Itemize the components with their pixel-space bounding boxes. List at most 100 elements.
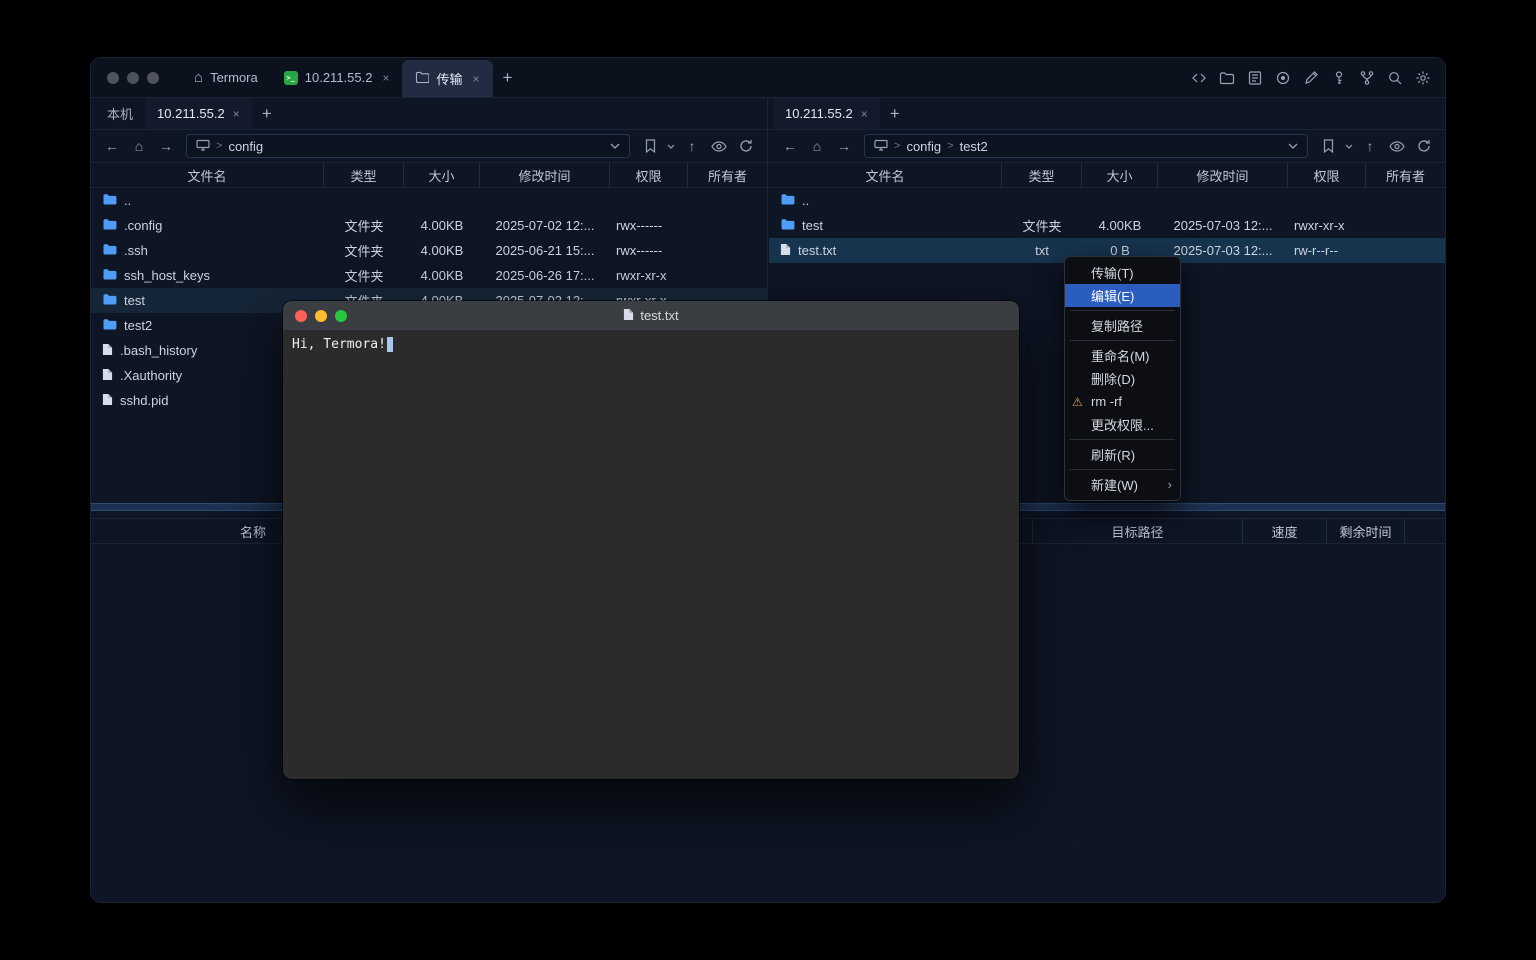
menu-item-0[interactable]: 传输(T) [1065,261,1180,284]
new-tab-button[interactable]: + [493,68,523,88]
file-mtime-cell: 2025-06-21 15:... [480,238,610,263]
search-icon[interactable] [1386,68,1404,88]
editor-titlebar[interactable]: test.txt [283,301,1019,331]
menu-separator [1070,340,1175,341]
column-header-type[interactable]: 类型 [324,163,404,187]
back-icon[interactable]: ← [778,134,802,158]
tab-ssh-session[interactable]: >_ 10.211.55.2 × [271,58,403,98]
key-icon[interactable] [1330,68,1348,88]
file-row-.ssh[interactable]: .ssh文件夹4.00KB2025-06-21 15:...rwx------ [91,238,767,263]
file-mtime-cell [480,188,610,213]
column-header-mtime[interactable]: 修改时间 [1158,163,1288,187]
bookmark-icon[interactable] [1316,134,1340,158]
right-path-bar[interactable]: > config > test2 [864,134,1308,158]
log-icon[interactable] [1246,68,1264,88]
file-row-..[interactable]: .. [769,188,1445,213]
file-owner-cell [688,263,767,288]
code-icon[interactable] [1190,68,1208,88]
home-icon[interactable]: ⌂ [805,134,829,158]
edit-icon[interactable] [1302,68,1320,88]
tab-transfer[interactable]: 传输 × [402,60,492,97]
left-tab-remote[interactable]: 10.211.55.2 × [145,98,252,130]
chevron-down-icon[interactable] [1288,143,1298,149]
file-type-cell: 文件夹 [324,263,404,288]
left-path-bar[interactable]: > config [186,134,630,158]
refresh-icon[interactable] [734,134,758,158]
menu-item-1[interactable]: 编辑(E) [1065,284,1180,307]
minimize-window-button[interactable] [315,310,327,322]
column-header-type[interactable]: 类型 [1002,163,1082,187]
editor-content[interactable]: Hi, Termora! [283,331,1019,358]
column-header-name[interactable]: 文件名 [769,163,1002,187]
menu-item-6[interactable]: 删除(D) [1065,367,1180,390]
menu-item-8[interactable]: 更改权限... [1065,413,1180,436]
file-owner-cell [1366,188,1445,213]
file-row-..[interactable]: .. [91,188,767,213]
column-header-size[interactable]: 大小 [1082,163,1158,187]
close-tab-icon[interactable]: × [233,107,240,121]
column-header-dest-path[interactable]: 目标路径 [1032,519,1243,543]
close-tab-icon[interactable]: × [473,72,480,86]
show-hidden-eye-icon[interactable] [707,134,731,158]
file-size-cell: 4.00KB [1082,213,1158,238]
show-hidden-eye-icon[interactable] [1385,134,1409,158]
file-mtime-cell [1158,188,1288,213]
file-perm-cell: rwx------ [610,213,688,238]
settings-gear-icon[interactable] [1414,68,1432,88]
column-header-mtime[interactable]: 修改时间 [480,163,610,187]
left-table-header: 文件名 类型 大小 修改时间 权限 所有者 [91,162,767,188]
forward-icon[interactable]: → [154,134,178,158]
column-header-owner[interactable]: 所有者 [688,163,767,187]
bookmark-icon[interactable] [638,134,662,158]
column-header-size[interactable]: 大小 [404,163,480,187]
menu-item-label: 更改权限... [1091,415,1154,434]
path-segment[interactable]: config [906,139,941,154]
bookmark-dropdown-icon[interactable] [1343,134,1355,158]
menu-item-7[interactable]: ⚠rm -rf [1065,390,1180,413]
menu-item-label: 传输(T) [1091,263,1134,282]
bookmark-dropdown-icon[interactable] [665,134,677,158]
column-header-eta[interactable]: 剩余时间 [1327,519,1405,543]
menu-item-5[interactable]: 重命名(M) [1065,344,1180,367]
close-tab-icon[interactable]: × [861,107,868,121]
right-new-tab-button[interactable]: + [880,104,910,124]
column-header-owner[interactable]: 所有者 [1366,163,1445,187]
close-window-button[interactable] [295,310,307,322]
record-icon[interactable] [1274,68,1292,88]
close-window-button[interactable] [107,72,119,84]
column-header-speed[interactable]: 速度 [1243,519,1327,543]
close-tab-icon[interactable]: × [382,71,389,85]
home-icon[interactable]: ⌂ [127,134,151,158]
left-new-tab-button[interactable]: + [252,104,282,124]
zoom-window-button[interactable] [335,310,347,322]
right-tab-remote[interactable]: 10.211.55.2 × [773,98,880,130]
path-segment[interactable]: test2 [960,139,988,154]
tab-termora[interactable]: ⌂ Termora [181,58,271,98]
path-segment[interactable]: config [228,139,263,154]
folder-icon [102,318,117,333]
column-header-name[interactable]: 文件名 [91,163,324,187]
file-name-cell: .. [91,188,324,213]
zoom-window-button[interactable] [147,72,159,84]
menu-item-12[interactable]: 新建(W)› [1065,473,1180,496]
file-row-test[interactable]: test文件夹4.00KB2025-07-03 12:...rwxr-xr-x [769,213,1445,238]
branch-icon[interactable] [1358,68,1376,88]
menu-item-3[interactable]: 复制路径 [1065,314,1180,337]
file-row-.config[interactable]: .config文件夹4.00KB2025-07-02 12:...rwx----… [91,213,767,238]
menu-item-10[interactable]: 刷新(R) [1065,443,1180,466]
upload-icon[interactable]: ↑ [1358,134,1382,158]
column-header-perm[interactable]: 权限 [1288,163,1366,187]
left-tab-local[interactable]: 本机 [95,98,145,130]
forward-icon[interactable]: → [832,134,856,158]
column-header-perm[interactable]: 权限 [610,163,688,187]
file-owner-cell [688,213,767,238]
folder-icon[interactable] [1218,68,1236,88]
upload-icon[interactable]: ↑ [680,134,704,158]
file-perm-cell [1288,188,1366,213]
chevron-down-icon[interactable] [610,143,620,149]
file-row-ssh_host_keys[interactable]: ssh_host_keys文件夹4.00KB2025-06-26 17:...r… [91,263,767,288]
refresh-icon[interactable] [1412,134,1436,158]
minimize-window-button[interactable] [127,72,139,84]
back-icon[interactable]: ← [100,134,124,158]
menu-item-label: 重命名(M) [1091,346,1150,365]
